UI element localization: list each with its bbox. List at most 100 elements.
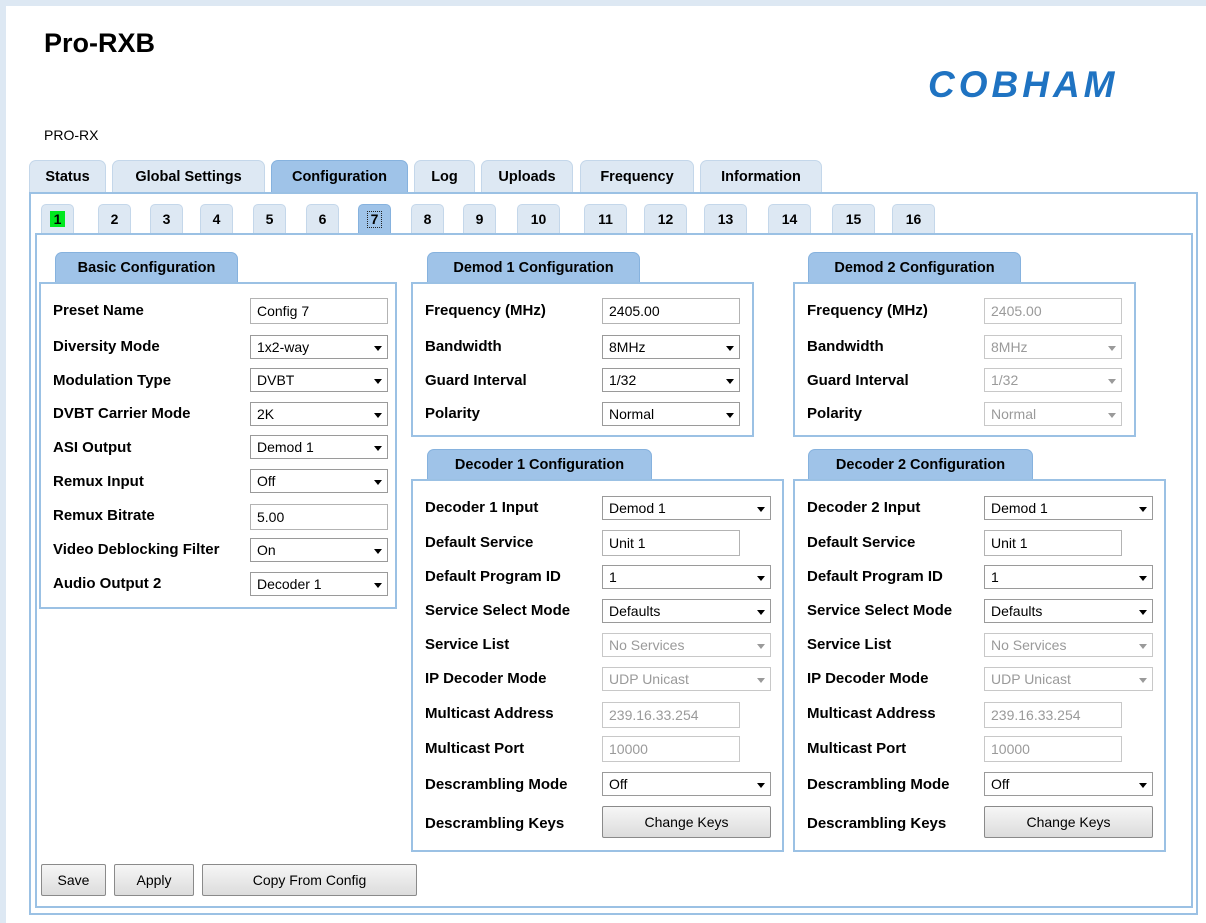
decoder-1-multicast-port-input: 10000 (602, 736, 740, 762)
preset-tab-1[interactable]: 1 (41, 204, 74, 233)
carrier-mode-value: 2K (257, 406, 275, 422)
decoder-1-input-select[interactable]: Demod 1 (602, 496, 771, 520)
modulation-type-select[interactable]: DVBT (250, 368, 388, 392)
decoder-2-multicast-address-label: Multicast Address (807, 705, 936, 722)
chevron-down-icon (1108, 346, 1116, 351)
preset-tab-4[interactable]: 4 (200, 204, 233, 233)
carrier-mode-label: DVBT Carrier Mode (53, 405, 191, 422)
decoder-2-select-mode-select[interactable]: Defaults (984, 599, 1153, 623)
basic-configuration-title: Basic Configuration (55, 252, 238, 283)
deblocking-filter-value: On (257, 542, 276, 558)
decoder-1-program-id-select[interactable]: 1 (602, 565, 771, 589)
preset-tab-9[interactable]: 9 (463, 204, 496, 233)
demod-2-bandwidth-label: Bandwidth (807, 338, 884, 355)
tab-status[interactable]: Status (29, 160, 106, 193)
deblocking-filter-select[interactable]: On (250, 538, 388, 562)
preset-active-indicator: 1 (49, 211, 66, 227)
asi-output-select[interactable]: Demod 1 (250, 435, 388, 459)
chevron-down-icon (1139, 678, 1147, 683)
preset-tab-15[interactable]: 15 (832, 204, 875, 233)
chevron-down-icon (757, 576, 765, 581)
remux-bitrate-input[interactable]: 5.00 (250, 504, 388, 530)
decoder-1-select-mode-select[interactable]: Defaults (602, 599, 771, 623)
remux-input-select[interactable]: Off (250, 469, 388, 493)
decoder-2-default-service-input[interactable]: Unit 1 (984, 530, 1122, 556)
preset-tab-12[interactable]: 12 (644, 204, 687, 233)
chevron-down-icon (726, 346, 734, 351)
chevron-down-icon (374, 583, 382, 588)
chevron-down-icon (757, 507, 765, 512)
decoder-2-change-keys-button[interactable]: Change Keys (984, 806, 1153, 838)
preset-tab-8[interactable]: 8 (411, 204, 444, 233)
preset-tab-13[interactable]: 13 (704, 204, 747, 233)
tab-global-settings[interactable]: Global Settings (112, 160, 265, 193)
demod-2-bandwidth-select: 8MHz (984, 335, 1122, 359)
preset-name-input[interactable]: Config 7 (250, 298, 388, 324)
decoder-2-multicast-port-input: 10000 (984, 736, 1122, 762)
preset-tab-2[interactable]: 2 (98, 204, 131, 233)
demod-1-guard-interval-value: 1/32 (609, 372, 637, 388)
preset-tab-16[interactable]: 16 (892, 204, 935, 233)
cobham-logo: COBHAM (928, 64, 1119, 105)
chevron-down-icon (757, 610, 765, 615)
copy-from-config-button[interactable]: Copy From Config (202, 864, 417, 896)
demod-1-bandwidth-select[interactable]: 8MHz (602, 335, 740, 359)
diversity-mode-select[interactable]: 1x2-way (250, 335, 388, 359)
tab-log[interactable]: Log (414, 160, 475, 193)
decoder-2-ip-mode-select: UDP Unicast (984, 667, 1153, 691)
decoder-2-multicast-address-input: 239.16.33.254 (984, 702, 1122, 728)
decoder-1-input-value: Demod 1 (609, 500, 666, 516)
chevron-down-icon (1139, 783, 1147, 788)
tab-frequency[interactable]: Frequency (580, 160, 694, 193)
decoder-2-ip-mode-label: IP Decoder Mode (807, 670, 929, 687)
decoder-1-multicast-port-label: Multicast Port (425, 740, 525, 757)
remux-bitrate-label: Remux Bitrate (53, 507, 155, 524)
save-button[interactable]: Save (41, 864, 106, 896)
decoder-2-descrambling-mode-select[interactable]: Off (984, 772, 1153, 796)
decoder-1-descrambling-mode-select[interactable]: Off (602, 772, 771, 796)
tab-information[interactable]: Information (700, 160, 822, 193)
demod-1-polarity-select[interactable]: Normal (602, 402, 740, 426)
apply-button[interactable]: Apply (114, 864, 194, 896)
demod-2-frequency-input: 2405.00 (984, 298, 1122, 324)
decoder-1-change-keys-button[interactable]: Change Keys (602, 806, 771, 838)
tab-configuration[interactable]: Configuration (271, 160, 408, 193)
decoder-2-input-select[interactable]: Demod 1 (984, 496, 1153, 520)
preset-tab-14[interactable]: 14 (768, 204, 811, 233)
demod-1-guard-interval-select[interactable]: 1/32 (602, 368, 740, 392)
decoder-1-ip-mode-select: UDP Unicast (602, 667, 771, 691)
decoder-2-descrambling-mode-label: Descrambling Mode (807, 776, 950, 793)
asi-output-label: ASI Output (53, 439, 132, 456)
demod-1-frequency-input[interactable]: 2405.00 (602, 298, 740, 324)
preset-tab-6[interactable]: 6 (306, 204, 339, 233)
decoder-2-default-service-label: Default Service (807, 534, 916, 551)
modulation-type-value: DVBT (257, 372, 295, 388)
carrier-mode-select[interactable]: 2K (250, 402, 388, 426)
preset-tab-5[interactable]: 5 (253, 204, 286, 233)
demod-1-bandwidth-value: 8MHz (609, 339, 646, 355)
tab-uploads[interactable]: Uploads (481, 160, 573, 193)
chevron-down-icon (374, 480, 382, 485)
demod-2-guard-interval-value: 1/32 (991, 372, 1019, 388)
preset-tab-10[interactable]: 10 (517, 204, 560, 233)
demod-2-frequency-label: Frequency (MHz) (807, 302, 928, 319)
audio-output-2-select[interactable]: Decoder 1 (250, 572, 388, 596)
decoder-2-select-mode-value: Defaults (991, 603, 1043, 619)
chevron-down-icon (757, 678, 765, 683)
audio-output-2-value: Decoder 1 (257, 576, 322, 592)
preset-tab-3[interactable]: 3 (150, 204, 183, 233)
preset-tab-11[interactable]: 11 (584, 204, 627, 233)
decoder-2-program-id-select[interactable]: 1 (984, 565, 1153, 589)
decoder-2-ip-mode-value: UDP Unicast (991, 671, 1071, 687)
chevron-down-icon (726, 379, 734, 384)
preset-tab-7[interactable]: 7 (358, 204, 391, 233)
decoder-1-select-mode-label: Service Select Mode (425, 602, 571, 619)
decoder-1-descrambling-mode-value: Off (609, 776, 628, 792)
decoder-1-multicast-address-input: 239.16.33.254 (602, 702, 740, 728)
decoder-1-service-list-label: Service List (425, 636, 510, 653)
decoder-2-select-mode-label: Service Select Mode (807, 602, 953, 619)
remux-input-value: Off (257, 473, 276, 489)
demod-1-configuration-title: Demod 1 Configuration (427, 252, 640, 283)
decoder-1-default-service-input[interactable]: Unit 1 (602, 530, 740, 556)
decoder-2-service-list-select: No Services (984, 633, 1153, 657)
